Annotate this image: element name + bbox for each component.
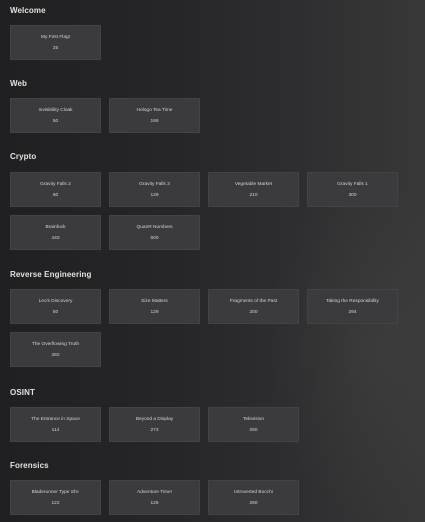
challenge-card[interactable]: Television 290	[208, 407, 299, 442]
section-osint: OSINT	[10, 387, 35, 399]
challenge-name: Introverted Bocchi	[234, 489, 273, 495]
challenge-card[interactable]: Brainfuck 440	[10, 215, 101, 250]
challenge-list: Bladerunner Type Shi- 122 Adventure Time…	[10, 480, 410, 522]
challenge-card[interactable]: Hologo Tea Time 166	[109, 98, 200, 133]
challenge-name: Hologo Tea Time	[136, 107, 173, 113]
challenge-name: Gravity Falls 2	[40, 181, 71, 187]
challenge-list: Gravity Falls 2 50 Gravity Falls 3 129 V…	[10, 172, 410, 258]
section-title: Reverse Engineering	[10, 270, 92, 279]
challenge-name: My First Flag!	[40, 34, 71, 40]
challenge-list: The Entrance in Space 114 Beyond a Displ…	[10, 407, 410, 450]
challenge-points: 210	[249, 192, 258, 198]
challenge-points: 50	[52, 118, 59, 124]
challenge-name: Adventure Time!	[137, 489, 172, 495]
challenge-list: Leo's Discovery 50 Size Matters 129 Frag…	[10, 289, 410, 375]
challenge-name: Fragments of the Past	[229, 298, 278, 304]
challenge-name: Vegetable Market	[234, 181, 273, 187]
challenge-card[interactable]: Gravity Falls 3 129	[109, 172, 200, 207]
challenge-name: Gravity Falls 1	[337, 181, 368, 187]
challenge-name: Taking the Responsibility	[326, 298, 379, 304]
section-reverse-engineering: Reverse Engineering	[10, 269, 92, 281]
challenge-points: 129	[150, 192, 159, 198]
challenge-list: Invisibility Cloak 50 Hologo Tea Time 16…	[10, 98, 410, 141]
section-crypto: Crypto	[10, 151, 36, 163]
challenge-card[interactable]: Bladerunner Type Shi- 122	[10, 480, 101, 515]
challenge-points: 440	[51, 235, 60, 241]
section-forensics: Forensics	[10, 460, 49, 472]
challenge-card[interactable]: The Entrance in Space 114	[10, 407, 101, 442]
challenge-points: 273	[150, 427, 159, 433]
challenge-points: 300	[348, 192, 357, 198]
challenge-card[interactable]: Invisibility Cloak 50	[10, 98, 101, 133]
section-title: Web	[10, 79, 28, 88]
challenge-card[interactable]: QuanR Numbers 500	[109, 215, 200, 250]
challenge-points: 294	[348, 309, 357, 315]
challenge-card[interactable]: Gravity Falls 1 300	[307, 172, 398, 207]
challenge-points: 290	[249, 427, 258, 433]
section-welcome: Welcome	[10, 5, 46, 17]
challenge-name: The Overflowing Truth	[31, 341, 80, 347]
challenge-name: Gravity Falls 3	[139, 181, 170, 187]
challenge-name: Bladerunner Type Shi-	[31, 489, 80, 495]
challenge-points: 50	[52, 192, 59, 198]
section-title: Crypto	[10, 152, 37, 161]
challenge-points: 122	[51, 500, 60, 506]
challenge-points: 290	[249, 500, 258, 506]
challenge-card[interactable]: My First Flag! 25	[10, 25, 101, 60]
challenge-card[interactable]: Introverted Bocchi 290	[208, 480, 299, 515]
challenge-points: 500	[150, 235, 159, 241]
challenge-card[interactable]: Beyond a Display 273	[109, 407, 200, 442]
section-title: Forensics	[10, 461, 49, 470]
challenge-card[interactable]: Gravity Falls 2 50	[10, 172, 101, 207]
challenge-name: Brainfuck	[45, 224, 66, 230]
challenge-points: 114	[51, 427, 60, 433]
challenge-points: 50	[52, 309, 59, 315]
challenge-card[interactable]: Taking the Responsibility 294	[307, 289, 398, 324]
challenge-card[interactable]: Leo's Discovery 50	[10, 289, 101, 324]
challenge-card[interactable]: Fragments of the Past 200	[208, 289, 299, 324]
section-web: Web	[10, 78, 27, 90]
challenge-name: QuanR Numbers	[136, 224, 173, 230]
section-title: Welcome	[10, 6, 46, 15]
challenge-name: Size Matters	[141, 298, 168, 304]
challenge-name: Invisibility Cloak	[38, 107, 73, 113]
challenge-name: Beyond a Display	[135, 416, 174, 422]
challenge-card[interactable]: Size Matters 129	[109, 289, 200, 324]
challenge-list: My First Flag! 25	[10, 25, 410, 68]
challenge-points: 125	[150, 500, 159, 506]
challenge-card[interactable]: Adventure Time! 125	[109, 480, 200, 515]
challenge-name: The Entrance in Space	[31, 416, 80, 422]
challenge-points: 166	[150, 118, 159, 124]
challenge-points: 129	[150, 309, 159, 315]
challenge-points: 492	[51, 352, 60, 358]
challenge-points: 25	[52, 45, 59, 51]
challenge-name: Leo's Discovery	[38, 298, 73, 304]
challenge-name: Television	[242, 416, 265, 422]
challenge-card[interactable]: Vegetable Market 210	[208, 172, 299, 207]
challenge-points: 200	[249, 309, 258, 315]
section-title: OSINT	[10, 388, 35, 397]
challenge-card[interactable]: The Overflowing Truth 492	[10, 332, 101, 367]
